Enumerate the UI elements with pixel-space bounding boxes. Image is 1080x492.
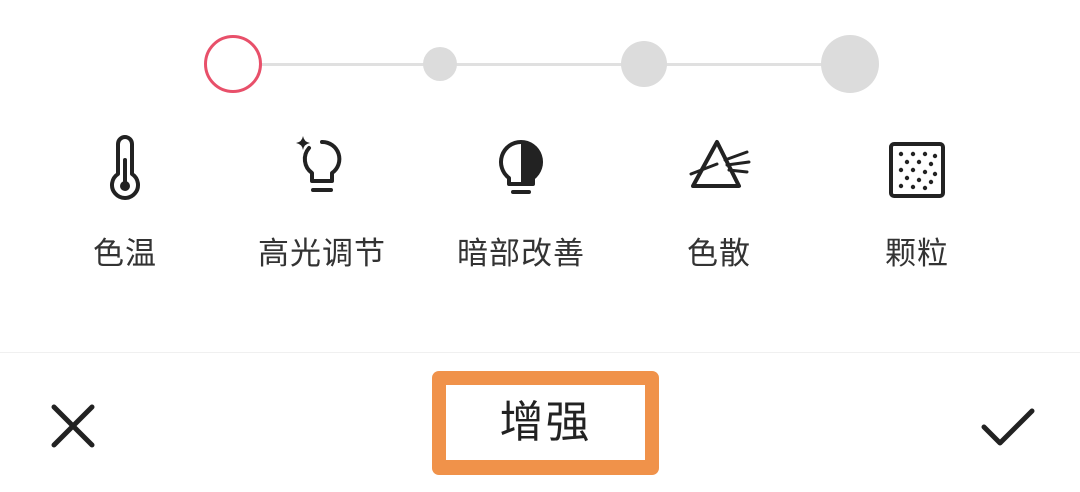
level-dot-4[interactable]	[821, 35, 879, 93]
confirm-button[interactable]	[972, 393, 1042, 459]
prism-icon	[689, 140, 751, 188]
panel-title: 增强	[446, 385, 645, 460]
intensity-level-slider[interactable]	[0, 0, 1080, 120]
level-dot-2[interactable]	[423, 47, 457, 81]
tool-shadows[interactable]: 暗部改善	[431, 130, 611, 280]
tool-color-temperature[interactable]: 色温	[35, 130, 215, 280]
enhance-panel: 色温 高光调节 暗部改善 色散 颗粒 增强	[0, 0, 1080, 492]
tool-grain[interactable]: 颗粒	[827, 130, 1007, 280]
panel-title-highlight: 增强	[432, 371, 659, 475]
lightbulb-half-icon	[499, 140, 543, 194]
tool-label: 色散	[687, 236, 751, 272]
close-icon	[51, 404, 95, 448]
tool-label: 暗部改善	[457, 236, 585, 272]
cancel-button[interactable]	[40, 393, 106, 459]
level-dot-3[interactable]	[621, 41, 667, 87]
bottom-bar: 增强	[0, 353, 1080, 492]
level-dot-1-selected[interactable]	[204, 35, 262, 93]
lightbulb-sparkle-icon	[296, 136, 342, 192]
tool-dispersion[interactable]: 色散	[629, 130, 809, 280]
tool-label: 颗粒	[885, 236, 949, 272]
tool-highlights[interactable]: 高光调节	[232, 130, 412, 280]
checkmark-icon	[981, 408, 1035, 446]
grain-icon	[889, 142, 945, 198]
tool-label: 色温	[93, 236, 157, 272]
enhance-tools-row: 色温 高光调节 暗部改善 色散 颗粒	[0, 130, 1080, 290]
tool-label: 高光调节	[258, 236, 386, 272]
slider-track	[234, 63, 850, 66]
thermometer-icon	[110, 135, 140, 200]
